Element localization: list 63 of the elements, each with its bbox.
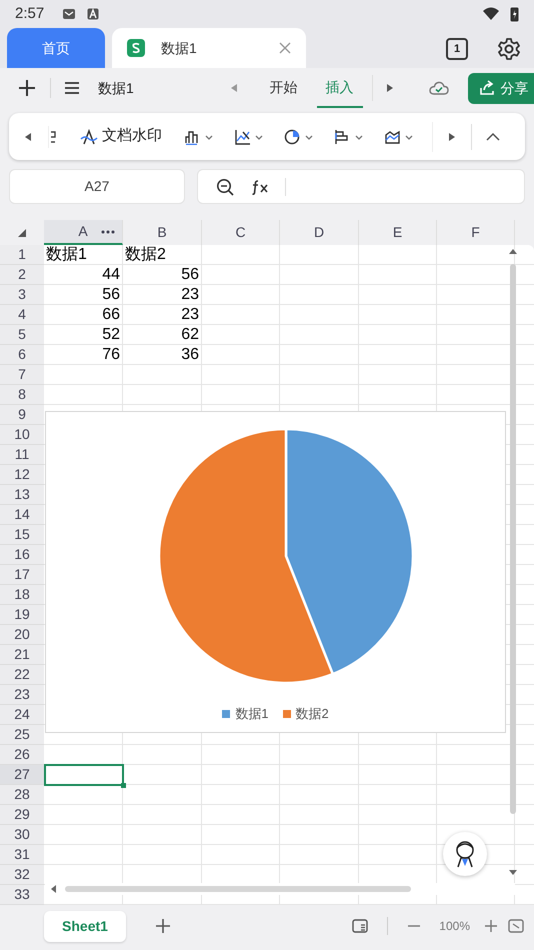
scroll-down-icon[interactable] (508, 869, 518, 877)
zoom-in-icon[interactable] (484, 919, 498, 933)
watermark-icon (80, 128, 98, 144)
settings-icon[interactable] (497, 37, 521, 61)
name-box[interactable]: A27 (9, 169, 185, 204)
area-chart-button[interactable] (384, 128, 414, 144)
scroll-left-icon[interactable] (49, 884, 57, 894)
table-cell-text: 66 (102, 305, 120, 325)
fit-icon[interactable] (508, 919, 524, 933)
table-cell-text: 36 (181, 345, 199, 365)
selected-cell[interactable] (44, 764, 124, 786)
app-tab[interactable]: 首页 (7, 28, 105, 68)
legend-swatch (222, 710, 230, 718)
close-icon (279, 42, 291, 54)
partial-tool-icon (50, 130, 56, 144)
zoom-out-icon (216, 178, 234, 196)
add-sheet-icon[interactable] (155, 918, 171, 934)
status-time: 2:57 (15, 4, 44, 24)
add-icon[interactable] (18, 79, 36, 97)
cloud-check-icon[interactable] (428, 80, 448, 96)
ribbon-tab[interactable]: 插入 (316, 68, 363, 108)
battery-icon (510, 6, 519, 22)
share-button[interactable]: 分享 (468, 72, 534, 104)
vertical-scrollbar[interactable] (507, 247, 519, 877)
sheet-tab[interactable]: Sheet1 (44, 910, 126, 942)
legend-swatch (282, 710, 290, 718)
more-icon (101, 230, 115, 234)
document-title: 数据1 (98, 78, 134, 98)
ribbon-tab[interactable]: 开始 (260, 68, 307, 108)
sidebar-icon[interactable] (352, 919, 368, 933)
pie-chart-button[interactable] (284, 128, 314, 144)
table-cell-text: 23 (181, 305, 199, 325)
table-cell-text: 数据1 (46, 245, 87, 265)
watermark-button[interactable]: 文档水印 (80, 125, 162, 148)
zoom-level: 100% (439, 918, 470, 935)
table-cell-text: 62 (181, 325, 199, 345)
table-cell-text: 56 (181, 265, 199, 285)
bar-chart-button[interactable] (334, 128, 364, 144)
menu-icon[interactable] (64, 81, 80, 95)
legend-label: 数据1 (235, 705, 268, 723)
horizontal-scrollbar[interactable] (45, 883, 515, 895)
spreadsheet-app-icon (127, 39, 145, 57)
mail-icon (62, 8, 76, 20)
table-cell-text: 23 (181, 285, 199, 305)
column-chart-button[interactable] (184, 128, 214, 144)
table-cell-text: 52 (102, 325, 120, 345)
pie-chart[interactable]: 数据1 数据2 (45, 411, 506, 733)
share-icon (478, 80, 496, 96)
line-chart-button[interactable] (234, 128, 264, 144)
app-tab[interactable]: 数据1 (112, 28, 306, 68)
scroll-up-icon[interactable] (508, 247, 518, 255)
table-cell-text: 76 (102, 345, 120, 365)
wifi-icon (482, 7, 500, 21)
legend-label: 数据2 (296, 705, 329, 723)
table-cell-text: 数据2 (125, 245, 166, 265)
column-header[interactable]: A (44, 220, 123, 245)
collapse-icon[interactable] (486, 132, 500, 142)
table-cell-text: 44 (102, 265, 120, 285)
notification-icon (87, 8, 100, 20)
table-cell-text: 56 (102, 285, 120, 305)
row-header[interactable]: 27 (0, 765, 44, 785)
select-all-icon (17, 228, 27, 238)
tab-count[interactable]: 1 (446, 38, 468, 60)
